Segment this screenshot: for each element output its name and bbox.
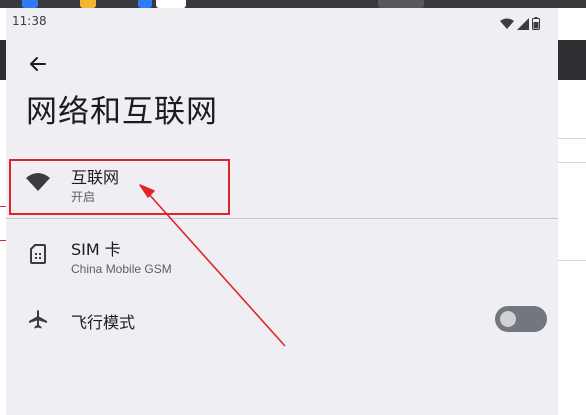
annotation-arrow bbox=[139, 184, 286, 347]
